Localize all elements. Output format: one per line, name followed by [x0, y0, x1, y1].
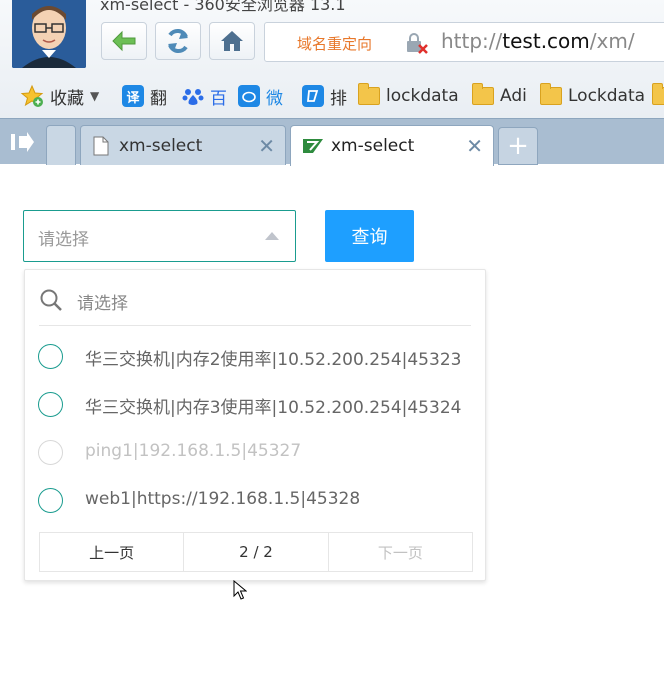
page-icon: [93, 136, 109, 155]
xm-select-input[interactable]: 请选择: [23, 210, 296, 262]
bookmark-label: Adi: [500, 86, 527, 106]
bookmark-label: 翻: [150, 88, 167, 109]
bookmark-folder-lockdata-2[interactable]: Lockdata: [540, 83, 648, 108]
home-icon: [221, 31, 243, 51]
bookmark-folder-adi[interactable]: Adi: [472, 83, 527, 108]
bookmark-folder-lockdata[interactable]: lockdata: [358, 83, 458, 108]
url-path: /xm/: [589, 29, 635, 53]
bookmark-label: 微: [266, 88, 283, 109]
folder-icon: [652, 83, 664, 105]
home-button[interactable]: [209, 22, 255, 60]
xm-select-favicon: [303, 139, 323, 153]
url-prefix: http://: [441, 29, 503, 53]
url-redirect-hint[interactable]: 域名重定向: [297, 33, 372, 54]
bookmark-sort[interactable]: 排: [302, 84, 347, 109]
weibo-icon: [238, 85, 260, 107]
tab-strip: xm-select ✕ xm-select ✕ +: [0, 118, 664, 166]
next-page-button: 下一页: [327, 533, 472, 571]
bookmark-weibo[interactable]: 微: [238, 84, 283, 109]
search-icon: [40, 289, 62, 311]
option-label: 华三交换机|内存2使用率|10.52.200.254|45323: [85, 350, 462, 370]
bookmark-baidu[interactable]: 百: [182, 84, 227, 109]
search-input[interactable]: 请选择: [77, 289, 128, 314]
bookmark-folder-overflow[interactable]: [652, 83, 664, 108]
refresh-icon: [168, 29, 188, 53]
back-arrow-icon: [112, 30, 136, 52]
folder-icon: [358, 83, 380, 105]
pagination: 上一页 2 / 2 下一页: [39, 532, 473, 572]
chevron-down-icon[interactable]: ▼: [90, 89, 99, 103]
radio-icon: [38, 440, 63, 465]
url-host: test.com: [502, 29, 590, 53]
translate-icon: 译: [122, 85, 144, 107]
close-tab-icon[interactable]: ✕: [258, 134, 275, 158]
dropdown-search[interactable]: 请选择: [25, 270, 485, 326]
bookmark-label: Lockdata: [568, 86, 646, 106]
url-text[interactable]: http://test.com/xm/: [441, 29, 635, 53]
option-label: ping1|192.168.1.5|45327: [85, 441, 302, 461]
select-placeholder: 请选择: [38, 230, 89, 250]
bookmark-translate[interactable]: 译 翻: [122, 84, 167, 109]
option-item-disabled: ping1|192.168.1.5|45327: [25, 428, 485, 476]
baidu-icon: [182, 89, 204, 105]
bookmark-label: 排: [330, 88, 347, 109]
page-indicator: 2 / 2: [183, 533, 327, 571]
sort-icon: [302, 85, 324, 107]
back-button[interactable]: [101, 22, 147, 60]
option-label: web1|https://192.168.1.5|45328: [85, 489, 361, 509]
folder-icon: [540, 83, 562, 105]
plus-icon: +: [507, 131, 529, 161]
select-dropdown-panel: 请选择 华三交换机|内存2使用率|10.52.200.254|45323 华三交…: [24, 269, 486, 581]
bookmark-label: 百: [210, 88, 227, 109]
tab-active[interactable]: xm-select ✕: [290, 125, 494, 166]
prev-page-button[interactable]: 上一页: [40, 533, 183, 571]
divider: [39, 325, 471, 326]
tab-pinned-empty[interactable]: [46, 125, 76, 165]
window-title: xm-select - 360安全浏览器 13.1: [100, 0, 346, 14]
refresh-button[interactable]: [155, 22, 201, 60]
bookmark-label: 收藏: [50, 88, 84, 109]
sidebar-toggle-button[interactable]: [0, 119, 44, 165]
folder-icon: [472, 83, 494, 105]
bookmarks-bar: 收藏 ▼ 译 翻 百 微 排 lockdata Adi Lockdata: [0, 76, 664, 116]
query-button[interactable]: 查询: [325, 210, 414, 262]
address-bar[interactable]: 域名重定向 http://test.com/xm/: [264, 22, 664, 62]
new-tab-button[interactable]: +: [498, 127, 538, 165]
radio-icon[interactable]: [38, 344, 63, 369]
sidebar-toggle-icon: [11, 132, 34, 152]
star-icon: [20, 84, 44, 107]
insecure-lock-icon[interactable]: [405, 32, 429, 58]
tab-title: xm-select: [331, 136, 415, 156]
close-tab-icon[interactable]: ✕: [466, 134, 483, 158]
tab-inactive[interactable]: xm-select ✕: [80, 125, 286, 165]
mouse-cursor-icon: [233, 580, 247, 600]
user-avatar[interactable]: [12, 0, 86, 68]
option-item[interactable]: 华三交换机|内存2使用率|10.52.200.254|45323: [25, 332, 485, 380]
option-item[interactable]: 华三交换机|内存3使用率|10.52.200.254|45324: [25, 380, 485, 428]
radio-icon[interactable]: [38, 488, 63, 513]
tab-title: xm-select: [119, 135, 203, 156]
bookmark-favorites[interactable]: 收藏 ▼: [20, 84, 99, 109]
option-label: 华三交换机|内存3使用率|10.52.200.254|45324: [85, 398, 462, 418]
radio-icon[interactable]: [38, 392, 63, 417]
bookmark-label: lockdata: [386, 86, 458, 106]
caret-up-icon: [265, 232, 279, 240]
option-item[interactable]: web1|https://192.168.1.5|45328: [25, 476, 485, 524]
